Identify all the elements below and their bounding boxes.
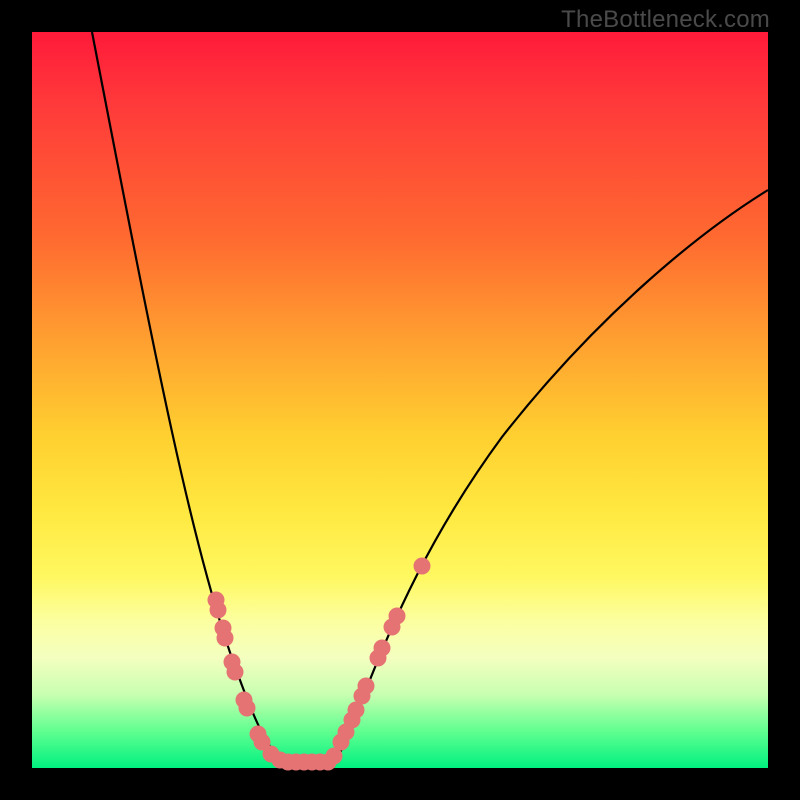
curve-marker [227,664,244,681]
marker-group [208,558,431,771]
curve-marker [239,700,256,717]
curve-marker [374,640,391,657]
watermark-label: TheBottleneck.com [561,6,770,34]
bottleneck-curve-svg [32,32,768,768]
chart-frame: TheBottleneck.com [0,0,800,800]
curve-marker [217,630,234,647]
curve-marker [414,558,431,575]
curve-marker [389,608,406,625]
curve-marker [358,678,375,695]
bottleneck-curve-path [92,32,768,762]
curve-marker [210,602,227,619]
